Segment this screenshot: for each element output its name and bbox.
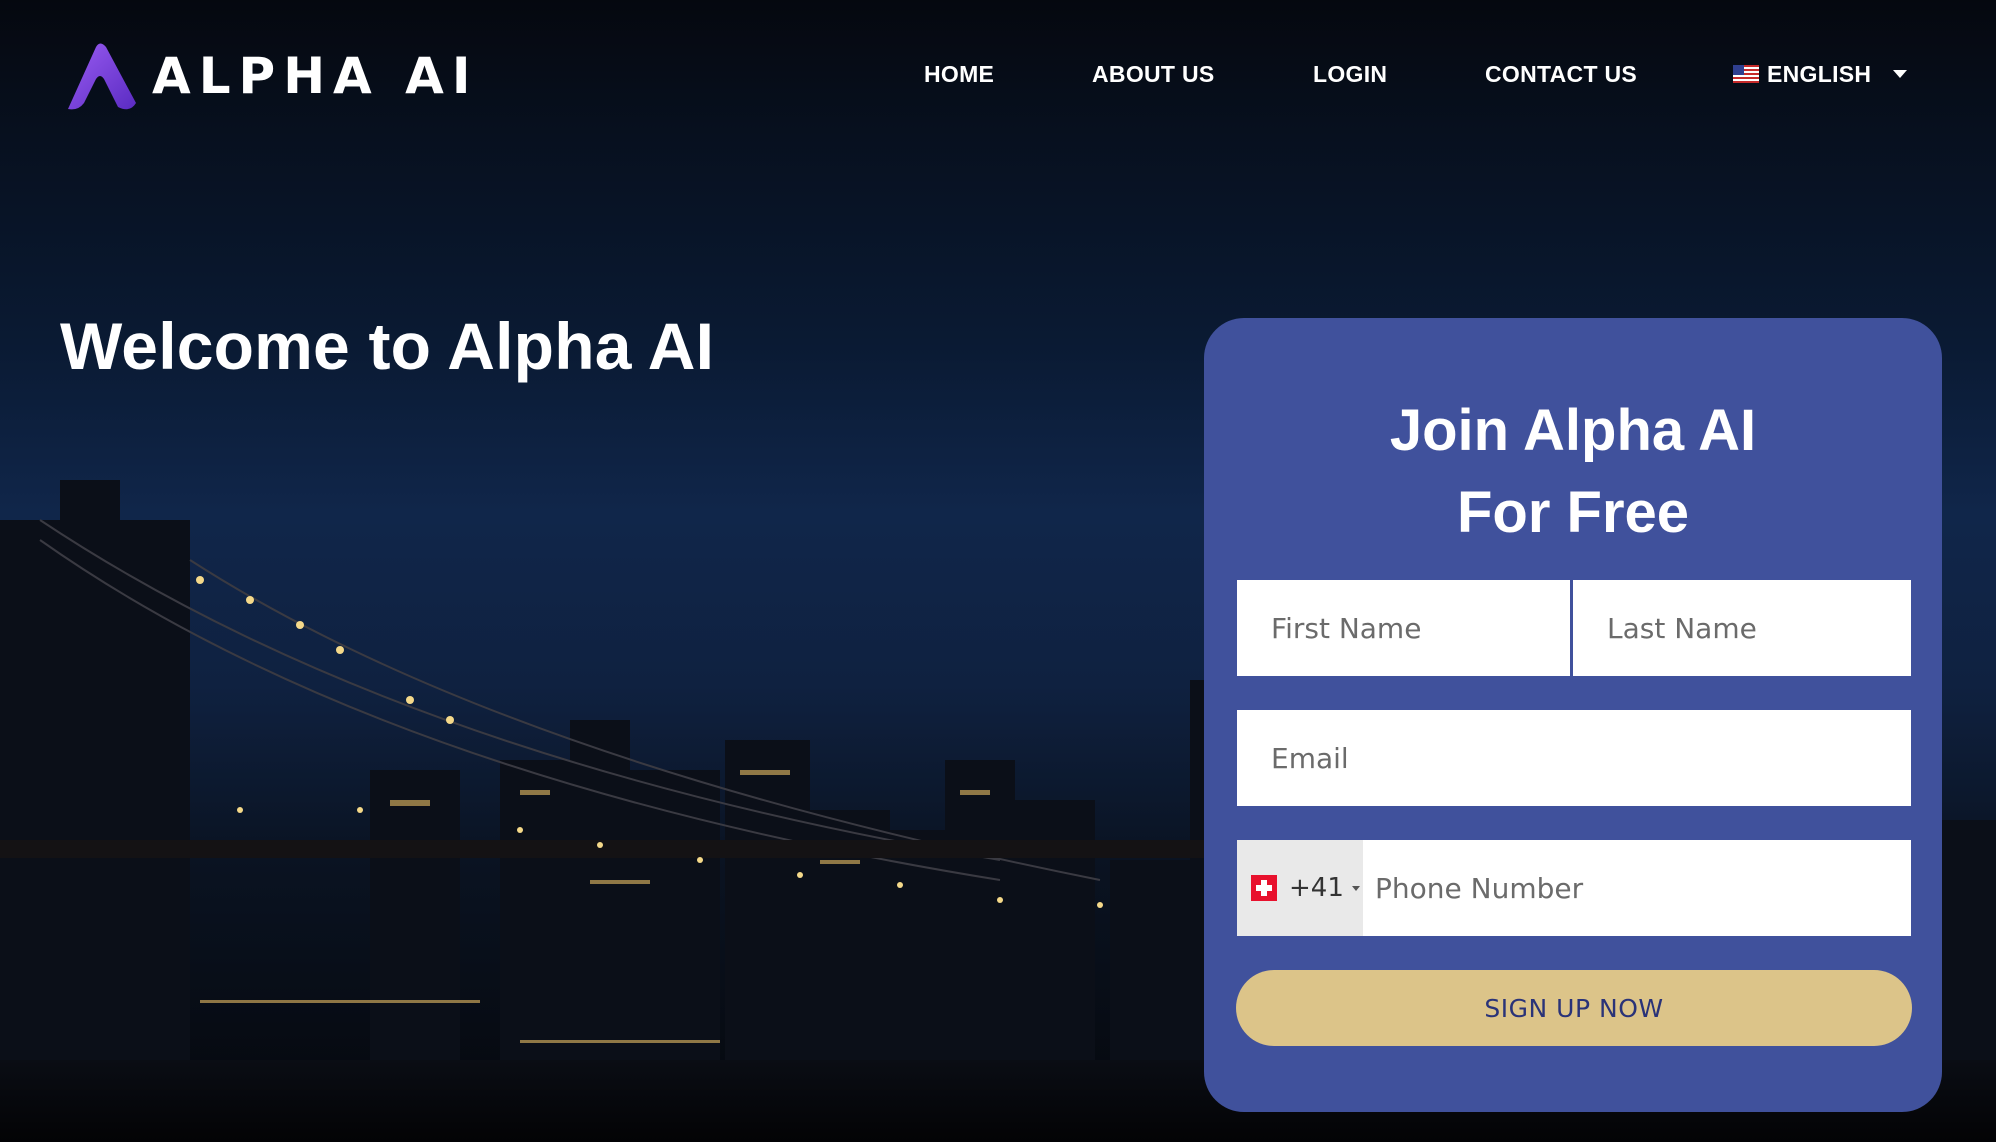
chevron-down-icon [1893,70,1908,78]
nav-home[interactable]: HOME [924,56,994,92]
signup-title-line1: Join Alpha AI [1389,398,1757,463]
sign-up-button[interactable]: SIGN UP NOW [1236,970,1912,1046]
hero-heading: Welcome to Alpha AI [60,309,715,383]
signup-card: Join Alpha AI For Free +41 SIGN UP NOW [1204,318,1942,1112]
first-name-field[interactable] [1237,580,1570,676]
phone-number-field[interactable] [1363,840,1911,936]
chevron-down-icon [1351,885,1360,891]
language-label: ENGLISH [1767,61,1872,87]
swiss-flag-icon [1251,875,1277,901]
signup-title-line2: For Free [1456,480,1690,545]
us-flag-icon [1733,65,1759,83]
country-code-selector[interactable]: +41 [1237,840,1363,936]
country-code: +41 [1289,873,1344,903]
nav-about-us[interactable]: ABOUT US [1092,56,1215,92]
signup-title: Join Alpha AI For Free [1204,390,1942,554]
nav-login[interactable]: LOGIN [1313,56,1387,92]
email-field[interactable] [1237,710,1911,806]
language-selector[interactable]: ENGLISH [1733,56,1908,92]
phone-field-group: +41 [1237,840,1911,936]
last-name-field[interactable] [1573,580,1911,676]
nav-contact-us[interactable]: CONTACT US [1485,56,1637,92]
main-nav: HOME ABOUT US LOGIN CONTACT US ENGLISH [0,56,1996,92]
